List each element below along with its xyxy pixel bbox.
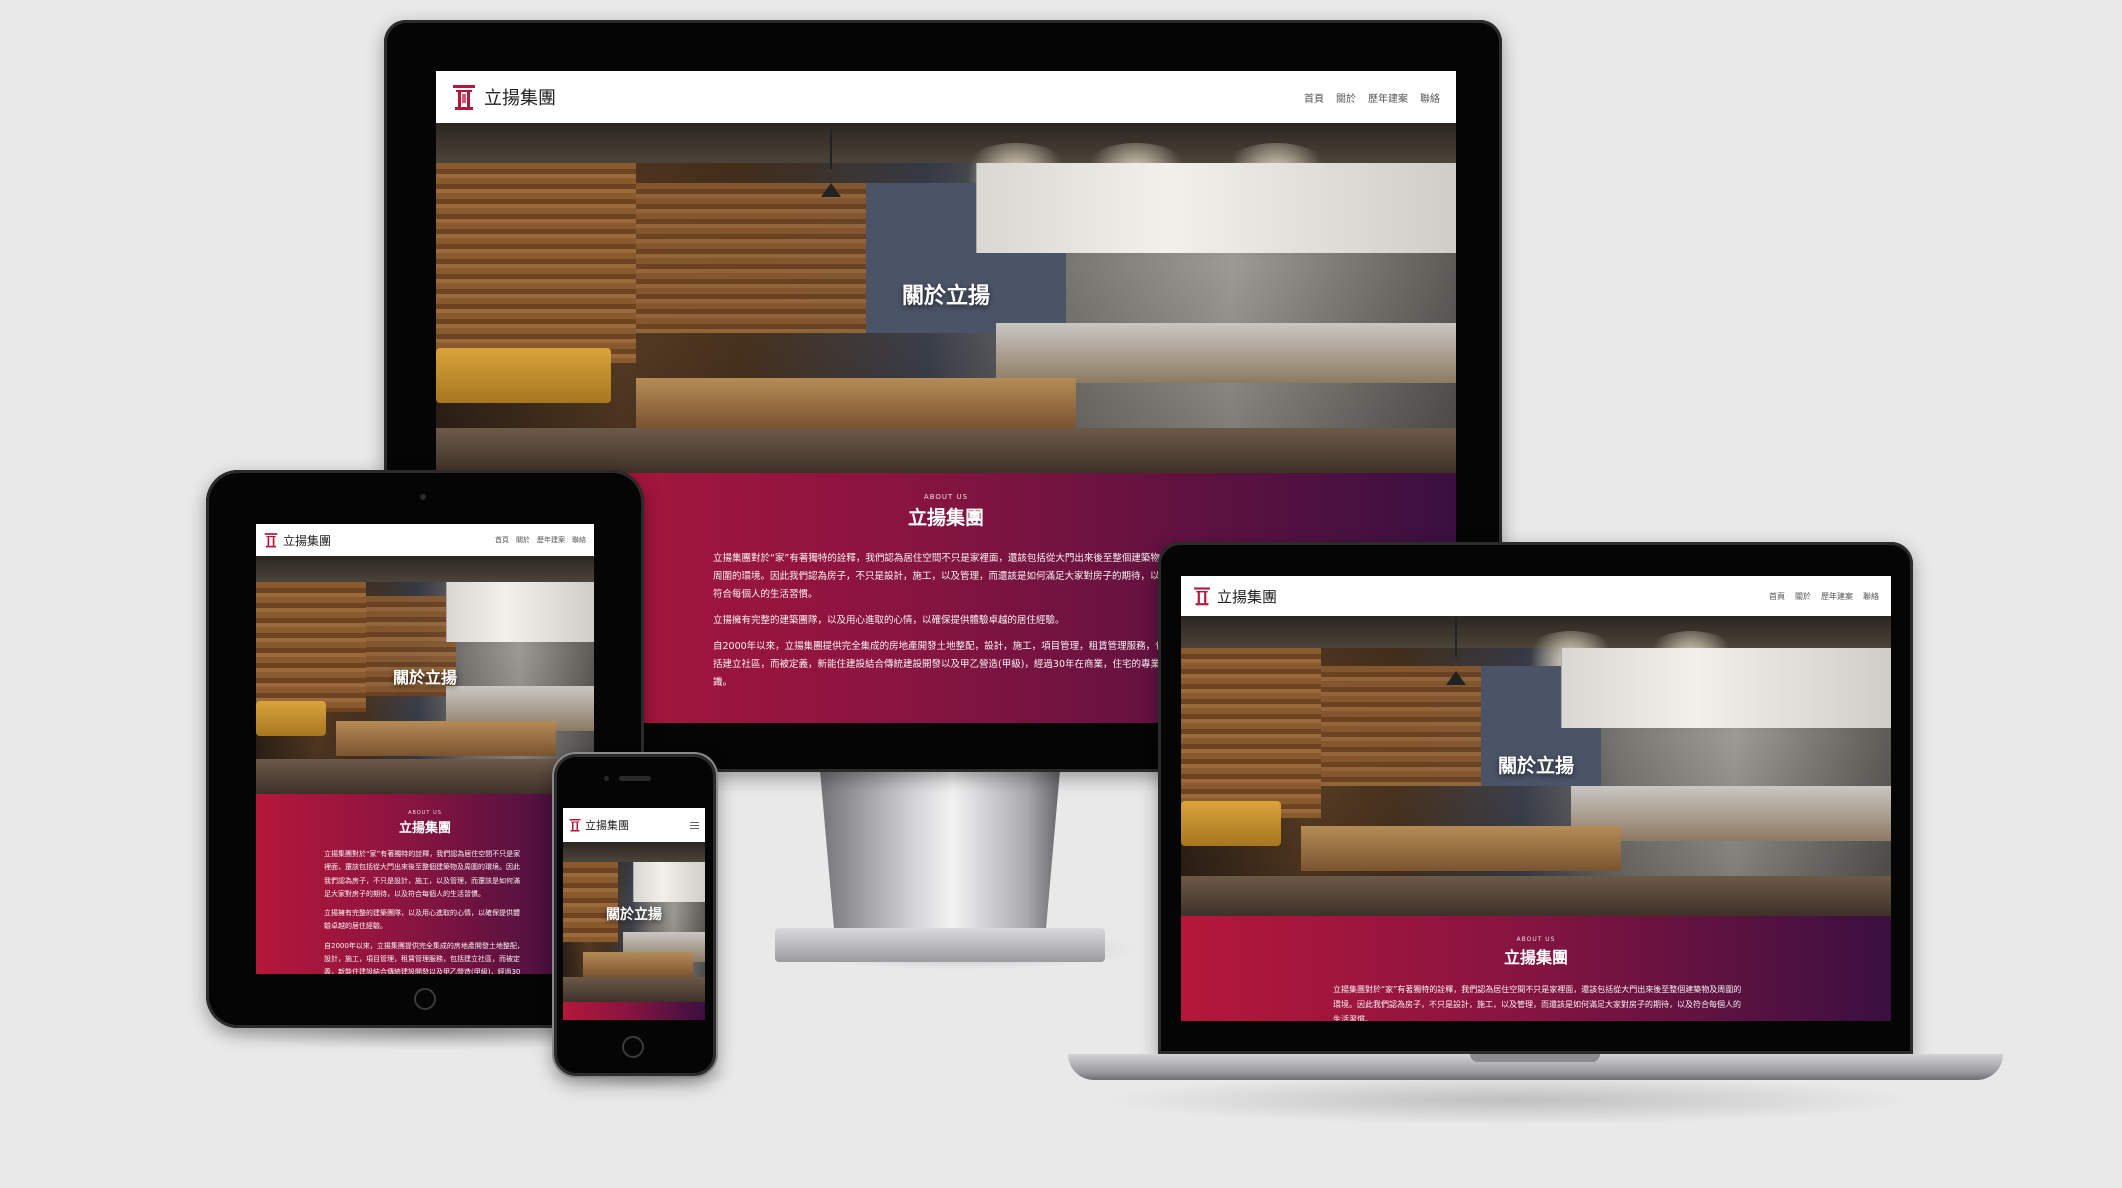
- phone-logo[interactable]: 立揚集團: [569, 817, 629, 833]
- phone-about-section: [563, 1002, 705, 1020]
- laptop-hero-banner: 關於立揚: [1181, 616, 1891, 916]
- laptop-brand-name: 立揚集團: [1217, 587, 1278, 606]
- temple-gate-logo-icon: [1194, 587, 1210, 606]
- laptop-nav-contact[interactable]: 聯絡: [1863, 591, 1879, 602]
- hamburger-menu-icon[interactable]: [690, 821, 699, 829]
- laptop-about-heading: 立揚集團: [1503, 948, 1568, 967]
- nav-about[interactable]: 關於: [1336, 90, 1356, 105]
- tablet-about-paragraph-1: 立揚集團對於“家”有著獨特的詮釋，我們認為居住空間不只是家裡面，還該包括從大門出…: [324, 850, 521, 898]
- tablet-about-section: ABOUT US 立揚集團 立揚集團對於“家”有著獨特的詮釋，我們認為居住空間不…: [256, 794, 594, 974]
- hero-title: 關於立揚: [901, 284, 990, 309]
- about-paragraph-2: 立揚擁有完整的建築團隊，以及用心進取的心情，以確保提供體驗卓越的居住經驗。: [713, 615, 1065, 627]
- tablet-hero-title: 關於立揚: [392, 668, 457, 687]
- laptop-about-paragraph-1: 立揚集團對於“家”有著獨特的詮釋，我們認為居住空間不只是家裡面，還該包括從大門出…: [1333, 985, 1742, 1021]
- tablet-nav-projects[interactable]: 歷年建案: [537, 535, 565, 545]
- tablet-nav-contact[interactable]: 聯絡: [572, 535, 586, 545]
- laptop-about-section: ABOUT US 立揚集團 立揚集團對於“家”有著獨特的詮釋，我們認為居住空間不…: [1181, 916, 1891, 1021]
- laptop-nav-home[interactable]: 首頁: [1769, 591, 1785, 602]
- tablet-brand-name: 立揚集團: [283, 533, 332, 548]
- laptop-nav: 首頁 關於 歷年建案 聯絡: [1769, 591, 1879, 602]
- hero-banner: 關於立揚: [436, 123, 1456, 473]
- laptop-opening-notch: [1470, 1054, 1600, 1062]
- laptop-screen: 立揚集團 首頁 關於 歷年建案 聯絡 關於立揚 ABOUT US 立揚集團 立揚…: [1181, 576, 1891, 1021]
- laptop-nav-about[interactable]: 關於: [1795, 591, 1811, 602]
- laptop-about-kicker: ABOUT US: [1516, 936, 1556, 943]
- nav-projects[interactable]: 歷年建案: [1368, 90, 1408, 105]
- main-nav: 首頁 關於 歷年建案 聯絡: [1304, 90, 1440, 105]
- tablet-about-paragraph-3: 自2000年以來，立揚集團提供完全集成的房地產開發土地整配，設計，施工，項目管理…: [324, 941, 524, 974]
- tablet-camera: [420, 494, 426, 500]
- laptop-nav-projects[interactable]: 歷年建案: [1821, 591, 1853, 602]
- temple-gate-logo-icon: [264, 533, 278, 548]
- monitor-base: [775, 928, 1105, 962]
- nav-contact[interactable]: 聯絡: [1420, 90, 1440, 105]
- phone-hero-title: 關於立揚: [606, 907, 662, 923]
- laptop-shadow: [1100, 1075, 1920, 1125]
- tablet-about-kicker: ABOUT US: [408, 810, 442, 816]
- phone-camera: [604, 776, 609, 781]
- laptop-hero-title: 關於立揚: [1497, 755, 1574, 777]
- about-paragraph-1: 立揚集團對於“家”有著獨特的詮釋，我們認為居住空間不只是家裡面，還該包括從大門出…: [713, 553, 1170, 601]
- phone-screen: 立揚集團 關於立揚: [563, 808, 705, 1020]
- tablet-nav-home[interactable]: 首頁: [495, 535, 509, 545]
- phone-speaker: [619, 776, 651, 781]
- tablet-about-paragraph-2: 立揚擁有完整的建築團隊，以及用心進取的心情，以確保提供體驗卓越的居住經驗。: [324, 909, 520, 931]
- laptop-site-header: 立揚集團 首頁 關於 歷年建案 聯絡: [1181, 576, 1891, 616]
- phone-home-button[interactable]: [622, 1036, 644, 1058]
- monitor-stand: [820, 770, 1060, 940]
- brand-name: 立揚集團: [484, 88, 556, 109]
- laptop-lid: 立揚集團 首頁 關於 歷年建案 聯絡 關於立揚 ABOUT US 立揚集團 立揚…: [1158, 542, 1913, 1054]
- phone-hero-banner: 關於立揚: [563, 842, 705, 1002]
- tablet-nav: 首頁 關於 歷年建案 聯絡: [495, 535, 586, 545]
- tablet-site-header: 立揚集團 首頁 關於 歷年建案 聯絡: [256, 524, 594, 556]
- nav-home[interactable]: 首頁: [1304, 90, 1324, 105]
- tablet-about-heading: 立揚集團: [398, 821, 451, 836]
- logo[interactable]: 立揚集團: [452, 83, 556, 111]
- tablet-logo[interactable]: 立揚集團: [264, 532, 331, 549]
- about-paragraph-3: 自2000年以來，立揚集團提供完全集成的房地產開發土地整配，設計，施工，項目管理…: [713, 641, 1170, 689]
- temple-gate-logo-icon: [453, 85, 475, 110]
- laptop-logo[interactable]: 立揚集團: [1193, 586, 1277, 607]
- tablet-home-button[interactable]: [414, 988, 436, 1010]
- tablet-hero-banner: 關於立揚: [256, 556, 594, 794]
- phone-site-header: 立揚集團: [563, 808, 705, 842]
- phone-brand-name: 立揚集團: [585, 819, 629, 832]
- tablet-screen: 立揚集團 首頁 關於 歷年建案 聯絡 關於立揚 ABOUT US 立揚集團 立揚…: [256, 524, 594, 974]
- site-header: 立揚集團 首頁 關於 歷年建案 聯絡: [436, 71, 1456, 123]
- tablet-nav-about[interactable]: 關於: [516, 535, 530, 545]
- temple-gate-logo-icon: [569, 819, 581, 832]
- phone-bezel: 立揚集團 關於立揚: [552, 752, 718, 1078]
